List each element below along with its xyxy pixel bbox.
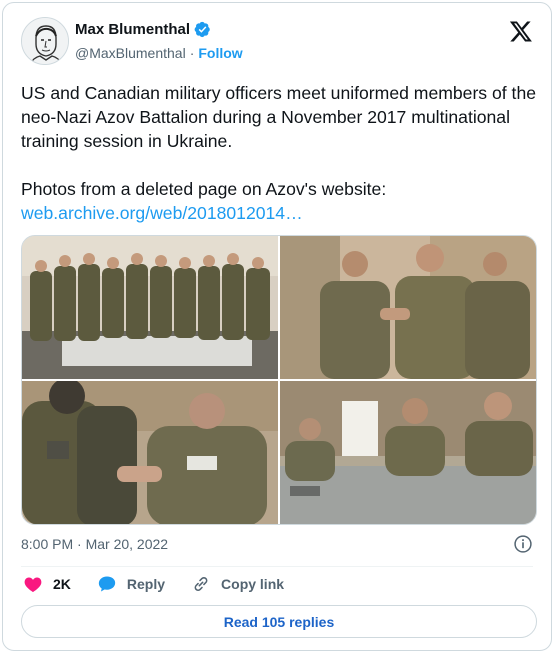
photo-1[interactable] [22, 236, 278, 379]
tweet-text: US and Canadian military officers meet u… [21, 81, 536, 225]
copy-link-icon [194, 577, 208, 591]
heart-icon [24, 577, 42, 592]
copy-link-button[interactable]: Copy link [191, 574, 284, 594]
verified-badge-icon [194, 21, 211, 38]
photo-4[interactable] [280, 381, 536, 524]
archive-link[interactable]: web.archive.org/web/2018012014… [21, 203, 303, 223]
like-count: 2K [53, 576, 71, 592]
follow-button[interactable]: Follow [198, 45, 242, 61]
tweet-card: Max Blumenthal @MaxBlumenthal · Follow U… [2, 2, 552, 651]
reply-bubble-icon [98, 576, 116, 592]
action-bar: 2K Reply Copy link [23, 574, 310, 594]
author-name[interactable]: Max Blumenthal [75, 21, 190, 38]
tweet-spacer [21, 153, 536, 177]
photo-3[interactable] [22, 381, 278, 524]
handle-row: @MaxBlumenthal · Follow [75, 45, 243, 61]
photo-1-image [22, 236, 278, 379]
timestamp[interactable]: 8:00 PM · Mar 20, 2022 [21, 536, 168, 552]
photo-4-image [280, 381, 536, 524]
media-grid [21, 235, 537, 525]
separator-dot: · [189, 45, 195, 61]
like-button[interactable]: 2K [23, 574, 71, 594]
author-name-row: Max Blumenthal [75, 21, 211, 38]
read-replies-button[interactable]: Read 105 replies [21, 605, 537, 638]
read-replies-label: Read 105 replies [223, 613, 335, 630]
tweet-body: US and Canadian military officers meet u… [21, 83, 537, 151]
x-logo-icon[interactable] [509, 19, 533, 43]
tweet-body-2: Photos from a deleted page on Azov's web… [21, 179, 387, 199]
info-icon[interactable] [513, 534, 533, 554]
avatar[interactable] [21, 17, 69, 65]
copy-link-label: Copy link [221, 576, 285, 592]
photo-3-image [22, 381, 278, 524]
photo-2-image [280, 236, 536, 379]
reply-label: Reply [126, 576, 166, 592]
divider [21, 566, 533, 567]
avatar-sketch-icon [22, 18, 68, 64]
photo-2[interactable] [280, 236, 536, 379]
reply-button[interactable]: Reply [97, 574, 165, 594]
author-handle[interactable]: @MaxBlumenthal [75, 45, 186, 61]
